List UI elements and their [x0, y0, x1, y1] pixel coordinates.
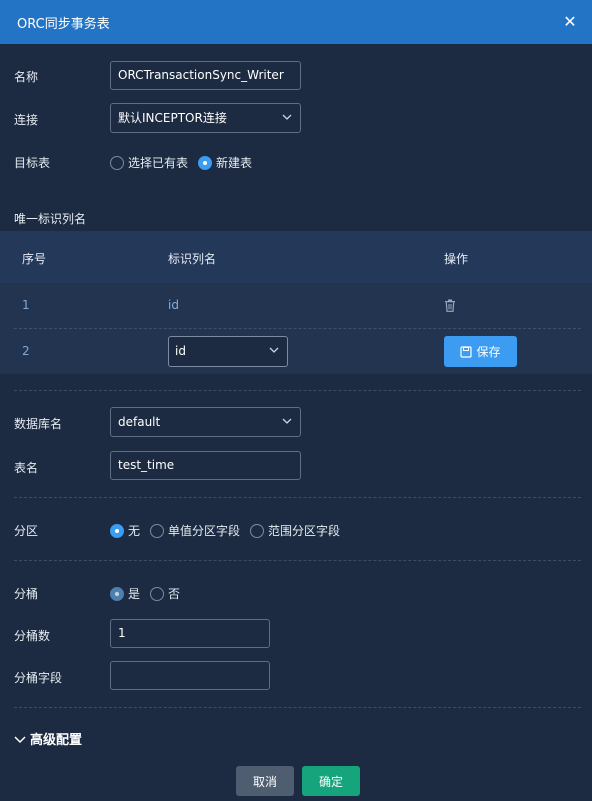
section-divider: [14, 560, 581, 561]
radio-circle-selected: [198, 155, 213, 170]
row-2-index: 2: [22, 344, 30, 358]
radio-bucket-yes[interactable]: 是: [110, 585, 140, 602]
save-button-label: 保存: [476, 345, 501, 359]
row-1-column: id: [168, 298, 179, 312]
column-header-name: 标识列名: [168, 252, 217, 266]
radio-bucket-yes-label: 是: [128, 587, 141, 601]
name-input[interactable]: ORCTransactionSync_Writer: [110, 61, 301, 90]
chevron-down-icon: [282, 418, 292, 424]
save-button[interactable]: 保存: [444, 336, 517, 367]
dialog-header: ORC同步事务表 ✕: [0, 0, 592, 44]
radio-partition-single-value[interactable]: 单值分区字段: [150, 522, 240, 539]
partition-label: 分区: [14, 524, 39, 538]
connection-label: 连接: [14, 113, 39, 127]
bucket-radio-group: 是 否: [110, 585, 190, 602]
database-select-value: default: [118, 415, 161, 429]
connection-select[interactable]: 默认INCEPTOR连接: [110, 103, 301, 133]
unique-columns-title: 唯一标识列名: [14, 212, 87, 226]
column-header-actions: 操作: [444, 252, 469, 266]
bucket-field-label: 分桶字段: [14, 671, 63, 685]
target-table-label: 目标表: [14, 156, 51, 170]
save-icon: [460, 345, 473, 358]
table-row-divider: [14, 328, 581, 329]
radio-partition-range[interactable]: 范围分区字段: [250, 522, 340, 539]
bucket-count-label: 分桶数: [14, 629, 51, 643]
cancel-button[interactable]: 取消: [236, 766, 294, 796]
radio-circle: [150, 523, 165, 538]
radio-bucket-no[interactable]: 否: [150, 585, 180, 602]
section-divider: [14, 390, 581, 391]
radio-existing-table[interactable]: 选择已有表: [110, 154, 188, 171]
radio-bucket-no-label: 否: [168, 587, 181, 601]
table-header: 序号 标识列名 操作: [0, 231, 592, 283]
radio-new-table[interactable]: 新建表: [198, 154, 252, 171]
radio-circle-selected: [110, 523, 124, 538]
radio-partition-range-label: 范围分区字段: [268, 524, 341, 538]
radio-partition-none[interactable]: 无: [110, 522, 140, 539]
close-icon[interactable]: ✕: [560, 12, 580, 32]
radio-existing-table-label: 选择已有表: [128, 156, 189, 170]
name-label: 名称: [14, 70, 39, 84]
column-header-index: 序号: [22, 252, 47, 266]
radio-partition-single-value-label: 单值分区字段: [168, 524, 241, 538]
table-name-label: 表名: [14, 461, 39, 475]
radio-circle: [110, 155, 124, 170]
dialog-title: ORC同步事务表: [17, 16, 110, 32]
chevron-down-icon: [282, 114, 292, 120]
radio-new-table-label: 新建表: [216, 156, 253, 170]
row-2-column-select-value: id: [175, 344, 186, 358]
row-1-index: 1: [22, 298, 30, 312]
bucket-label: 分桶: [14, 587, 39, 601]
bucket-count-input[interactable]: 1: [110, 619, 270, 648]
radio-circle: [250, 523, 265, 538]
advanced-config-label: 高级配置: [30, 733, 83, 748]
target-table-radio-group: 选择已有表 新建表: [110, 154, 262, 171]
chevron-down-icon: [269, 347, 279, 353]
advanced-config-toggle[interactable]: 高级配置: [14, 729, 82, 748]
chevron-down-icon: [14, 735, 26, 743]
row-2-column-select[interactable]: id: [168, 336, 288, 367]
database-select[interactable]: default: [110, 407, 301, 437]
table-name-input[interactable]: test_time: [110, 451, 301, 480]
radio-circle: [150, 586, 165, 601]
bucket-field-input[interactable]: [110, 661, 270, 690]
database-label: 数据库名: [14, 417, 63, 431]
trash-icon[interactable]: [444, 299, 456, 312]
radio-partition-none-label: 无: [128, 524, 141, 538]
section-divider: [14, 497, 581, 498]
connection-select-value: 默认INCEPTOR连接: [118, 111, 227, 125]
partition-radio-group: 无 单值分区字段 范围分区字段: [110, 522, 350, 539]
section-divider: [14, 707, 581, 708]
confirm-button[interactable]: 确定: [302, 766, 360, 796]
radio-circle-selected: [110, 586, 124, 601]
